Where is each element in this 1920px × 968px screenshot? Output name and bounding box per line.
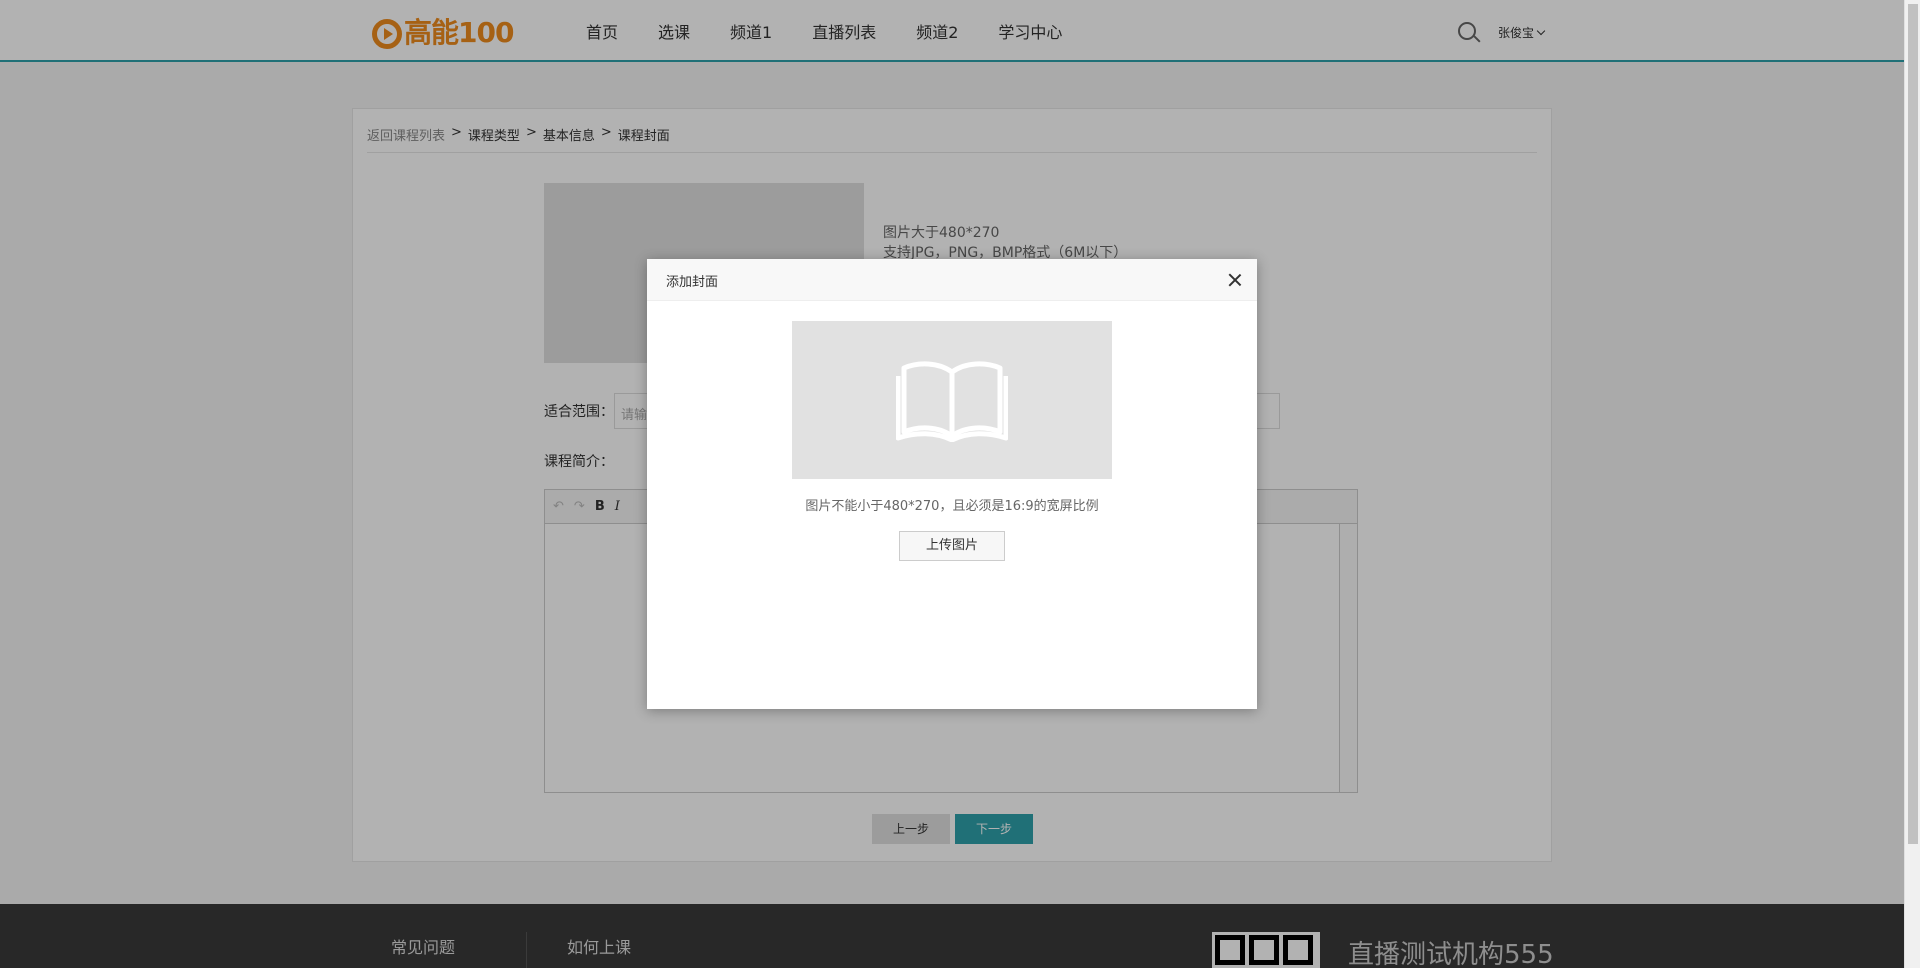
dialog-header: 添加封面 — [647, 259, 1257, 301]
page-scrollbar[interactable] — [1904, 0, 1920, 968]
close-icon[interactable] — [1227, 272, 1243, 288]
book-icon — [896, 361, 1008, 442]
dialog-title: 添加封面 — [666, 275, 719, 290]
dialog-hint: 图片不能小于480*270，且必须是16:9的宽屏比例 — [805, 499, 1099, 514]
cover-image-placeholder — [792, 321, 1112, 479]
upload-image-button[interactable]: 上传图片 — [899, 531, 1005, 561]
add-cover-dialog: 添加封面 图片不能小于480*270，且必须是16:9的宽屏比例 上传图片 — [647, 259, 1257, 709]
scrollbar-thumb[interactable] — [1908, 4, 1918, 844]
